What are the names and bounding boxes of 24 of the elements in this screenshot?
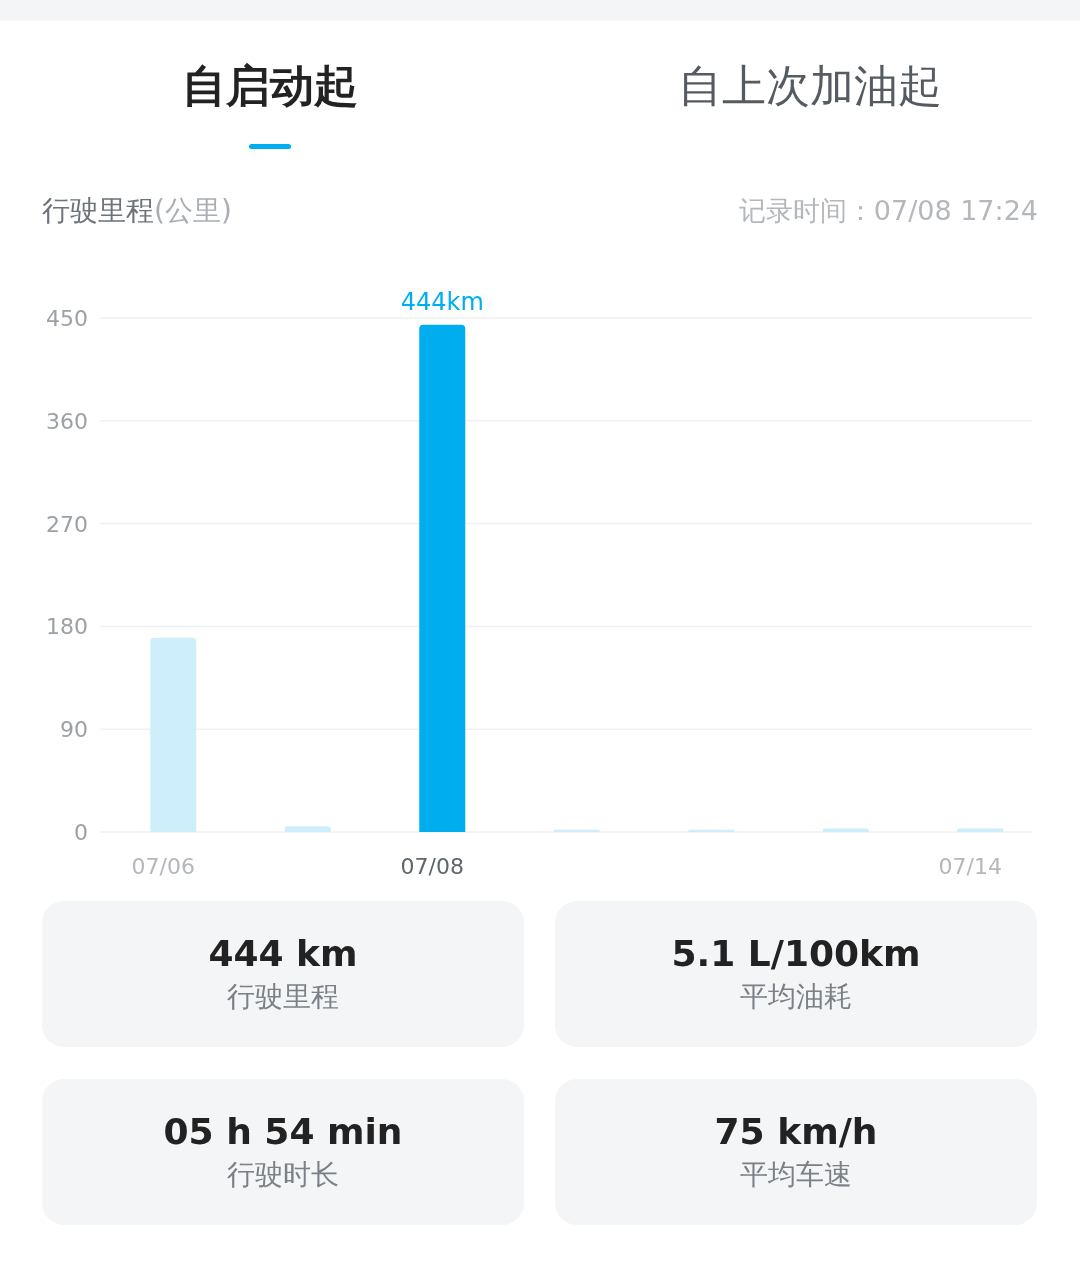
- unit-label: (公里): [154, 194, 232, 227]
- bar-value-label: 444km: [400, 287, 484, 316]
- y-tick-label: 0: [74, 820, 88, 845]
- x-tick-label: 07/08: [400, 854, 464, 879]
- stat-value: 05 h 54 min: [163, 1110, 403, 1152]
- chart-title: 行驶里程: [42, 194, 154, 227]
- x-tick-label: 07/06: [131, 854, 195, 879]
- stat-value: 75 km/h: [714, 1110, 878, 1152]
- tab-indicator: [249, 144, 291, 149]
- y-tick-label: 450: [46, 306, 88, 331]
- stat-label: 平均油耗: [740, 978, 852, 1015]
- stat-value: 444 km: [208, 932, 358, 974]
- record-time: 记录时间：07/08 17:24: [738, 194, 1038, 228]
- stat-label: 行驶时长: [227, 1156, 339, 1193]
- y-tick-label: 270: [46, 511, 88, 537]
- tab[interactable]: 自上次加油起: [540, 21, 1080, 171]
- y-tick-label: 90: [60, 717, 88, 743]
- y-tick-label: 180: [46, 614, 88, 640]
- stat-value: 5.1 L/100km: [671, 932, 921, 974]
- stat-label: 平均车速: [740, 1156, 852, 1193]
- y-tick-label: 360: [46, 408, 88, 434]
- stat-label: 行驶里程: [227, 978, 339, 1015]
- x-tick-label: 07/14: [938, 854, 1002, 879]
- tab[interactable]: 自启动起: [0, 21, 540, 171]
